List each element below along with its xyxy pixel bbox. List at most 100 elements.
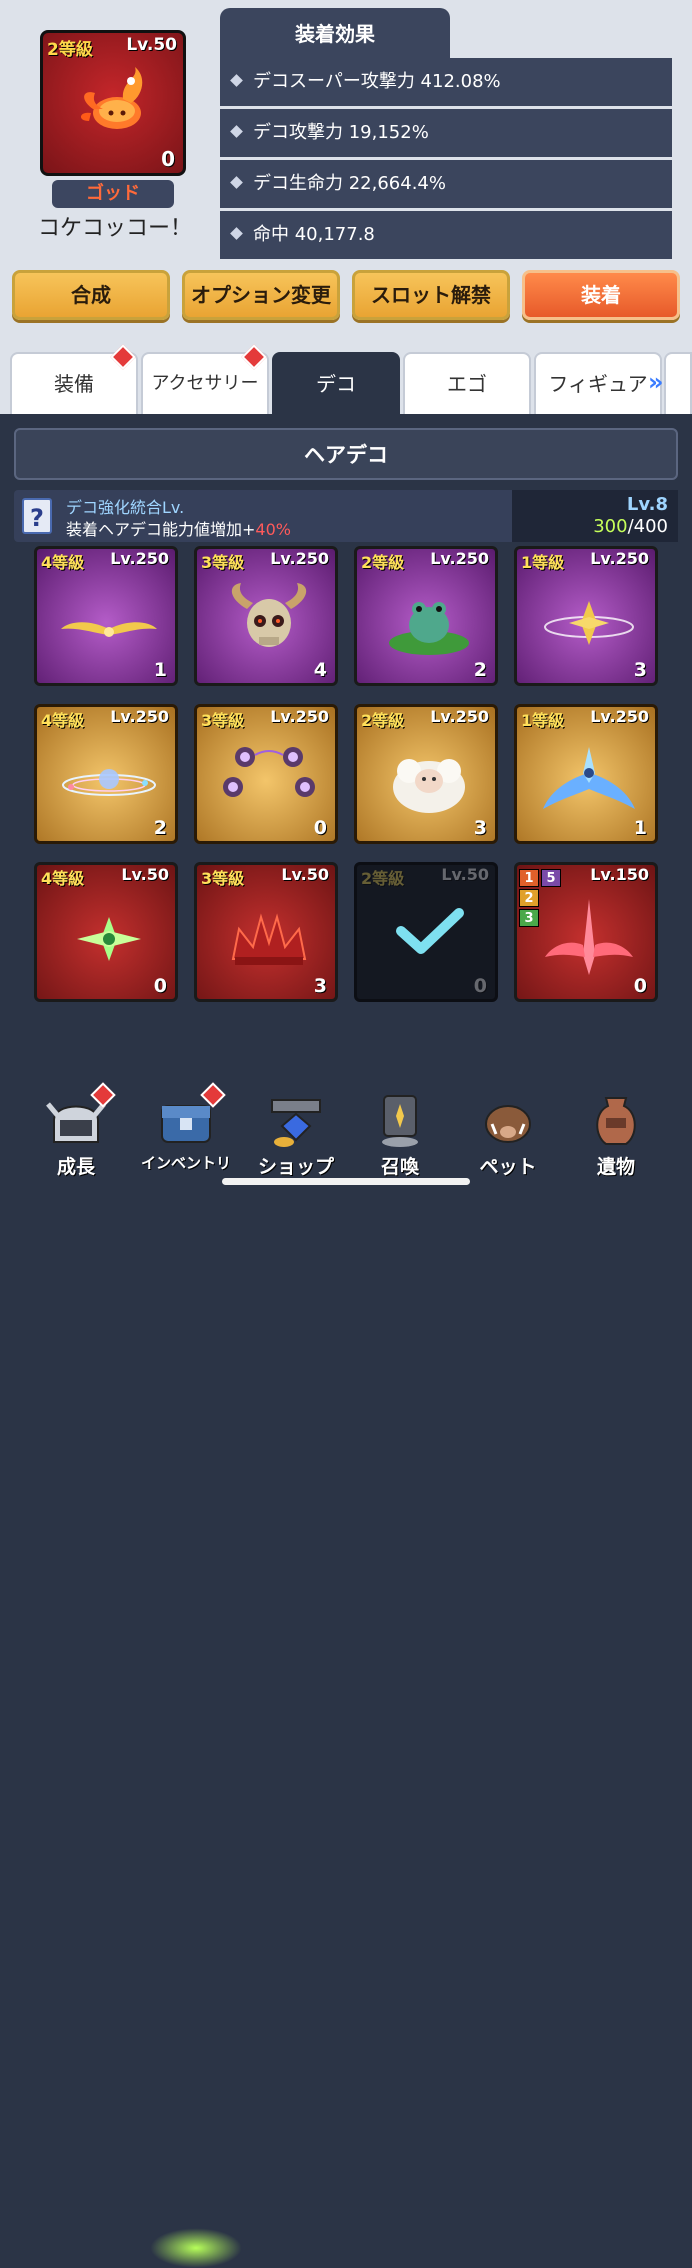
tab-deco[interactable]: デコ [272,352,400,414]
nav-pet[interactable]: ペット [458,1080,558,1190]
diamond-bullet-icon [230,125,243,138]
deco-card[interactable]: 3等級 Lv.250 0 [194,704,338,844]
effect-text: 命中 40,177.8 [253,224,375,245]
info-desc: 装着ヘアデコ能力値増加+40% [66,516,291,540]
deco-card[interactable]: 4等級 Lv.250 2 [34,704,178,844]
selected-deco-card[interactable]: 2等級 Lv.50 0 [40,30,186,176]
tab-ego[interactable]: エゴ [403,352,531,414]
chip: 5 [541,869,561,887]
diamond-bullet-icon [230,74,243,87]
card-count: 4 [313,659,327,681]
equip-button[interactable]: 装着 [522,270,680,320]
tab-label: デコ [316,372,356,396]
tab-label: エゴ [447,372,487,396]
slot-unlock-button[interactable]: スロット解禁 [352,270,510,320]
orbit-halo-icon [62,769,156,796]
card-level: Lv.250 [590,707,649,726]
nav-label: ショップ [257,1156,334,1178]
shop-icon [271,1099,321,1147]
nav-growth[interactable]: 成長 [26,1080,126,1190]
boar-icon [485,1105,531,1143]
nav-shop[interactable]: ショップ [246,1080,346,1190]
deco-card[interactable]: 4等級 Lv.250 1 [34,546,178,686]
tab-overflow[interactable] [664,352,692,414]
sheep-icon [393,759,465,813]
chip: 1 [519,869,539,887]
deco-card[interactable]: 3等級 Lv.250 4 [194,546,338,686]
nav-label: 召喚 [380,1156,419,1178]
deco-card[interactable]: 1等級 Lv.250 1 [514,704,658,844]
nav-summon[interactable]: 召喚 [350,1080,450,1190]
deco-card[interactable]: 2等級 Lv.250 3 [354,704,498,844]
card-grade: 2等級 [361,869,405,888]
diamond-bullet-icon [230,176,243,189]
nav-relic[interactable]: 遺物 [566,1080,666,1190]
effect-tab-title: 装着効果 [220,8,450,60]
tab-label: 装備 [54,372,94,396]
golden-wings-icon [61,622,157,637]
frog-lilypad-icon [389,602,469,655]
effect-row: デコスーパー攻撃力 412.08% [220,58,672,106]
item-detail-panel: 2等級 Lv.50 0 ゴッド コケコッコー！ 装着効果 デコスーパー攻撃力 4… [0,0,692,352]
info-progress-panel: Lv.8 300/400 [512,490,678,542]
section-title-hair-deco: ヘアデコ [14,428,678,480]
card-grade: 3等級 [201,711,245,730]
tab-figure[interactable]: フィギュア [534,352,662,414]
help-question-icon[interactable]: ? [22,498,52,534]
info-level: Lv.8 [626,494,668,515]
tab-accessory[interactable]: アクセサリー [141,344,269,414]
info-progress: 300/400 [593,516,668,537]
info-desc-prefix: 装着ヘアデコ能力値増加+ [66,520,256,539]
deco-card[interactable]: 3等級 Lv.50 3 [194,862,338,1002]
progress-current: 300 [593,516,628,537]
card-count: 1 [633,817,647,839]
card-grade: 1等級 [521,553,565,572]
combine-button[interactable]: 合成 [12,270,170,320]
card-count: 3 [473,817,487,839]
green-star-icon [77,917,141,961]
category-tabs: 装備 アクセサリー デコ エゴ フィギュア » [0,344,692,414]
effect-text: デコスーパー攻撃力 412.08% [253,71,501,92]
crystal-wings-icon [543,747,635,809]
check-icon [396,908,464,954]
star-ring-icon [544,601,634,645]
card-level: Lv.250 [430,707,489,726]
home-indicator[interactable] [222,1178,470,1185]
vase-icon [596,1097,636,1145]
card-count: 0 [633,975,647,997]
card-grade: 4等級 [41,711,85,730]
card-grade: 3等級 [201,869,245,888]
rank-badge: ゴッド [52,180,174,208]
deco-card[interactable]: 2等級 Lv.250 2 [354,546,498,686]
card-count: 1 [153,659,167,681]
effect-list: デコスーパー攻撃力 412.08% デコ攻撃力 19,152% デコ生命力 22… [220,58,672,262]
deco-card-equipped[interactable]: 2等級 Lv.50 0 [354,862,498,1002]
card-count: 3 [313,975,327,997]
effect-row: 命中 40,177.8 [220,211,672,259]
deco-card[interactable]: 4等級 Lv.50 0 [34,862,178,1002]
info-desc-value: 40% [255,520,291,539]
card-level: Lv.150 [590,865,649,884]
effect-row: デコ生命力 22,664.4% [220,160,672,208]
active-glow [150,2228,242,2268]
option-change-button[interactable]: オプション変更 [182,270,340,320]
card-level: Lv.50 [121,865,169,884]
card-level: Lv.250 [270,549,329,568]
deco-card[interactable]: 1等級 Lv.250 3 [514,546,658,686]
card-grade: 4等級 [41,869,85,888]
card-level: Lv.50 [281,865,329,884]
selected-level: Lv.50 [126,35,177,55]
deco-card[interactable]: 15 2 3 Lv.150 0 [514,862,658,1002]
nav-label: インベントリ [140,1154,231,1172]
nav-label: 遺物 [596,1156,635,1178]
spirit-orbs-icon [223,747,315,797]
chevron-right-icon[interactable]: » [648,370,664,394]
chip: 3 [519,909,539,927]
nav-inventory[interactable]: インベントリ [136,1080,236,1190]
info-title: デコ強化統合Lv. [66,498,185,517]
tab-label: アクセサリー [151,373,259,394]
card-level: Lv.50 [441,865,489,884]
sword-wings-icon [545,899,633,975]
tab-equipment[interactable]: 装備 [10,344,138,414]
card-grade: 2等級 [361,711,405,730]
